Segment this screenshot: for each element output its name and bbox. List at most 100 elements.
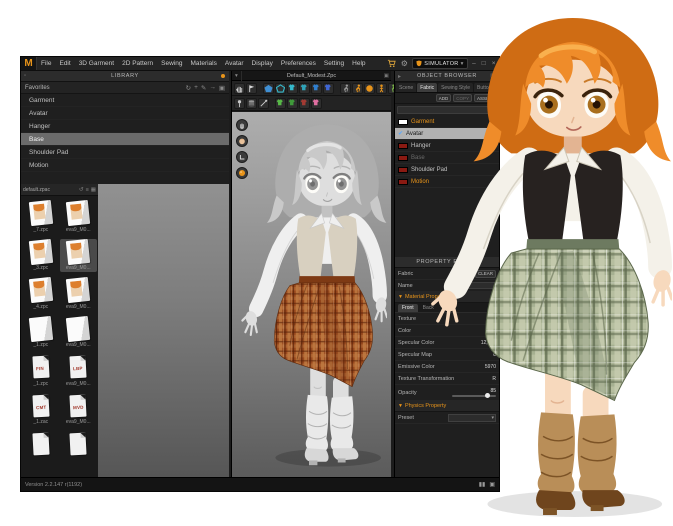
menu-avatar[interactable]: Avatar (221, 60, 248, 67)
grid-view-icon[interactable]: ▣ (219, 84, 225, 92)
triangle-down-icon: ▼ (398, 403, 403, 409)
document-thumb-icon: MVD (70, 394, 87, 417)
garment-green-b-icon[interactable] (287, 98, 298, 109)
file-thumb[interactable]: eva9_M0... (60, 277, 98, 311)
collapse-panel-icon[interactable]: ▸ (398, 73, 402, 80)
add-icon[interactable]: + (194, 84, 198, 92)
library-item-motion[interactable]: Motion (21, 159, 229, 172)
pan-tool-icon[interactable] (234, 83, 245, 94)
viewport-canvas[interactable] (232, 112, 391, 477)
library-item-garment[interactable]: Garment (21, 94, 229, 107)
file-grid: _7.zpc eva9_M0... _3.zpc eva9_M0... _4.z… (21, 196, 98, 477)
favorites-label: Favorites (25, 85, 50, 91)
show-polygon-icon[interactable] (263, 83, 274, 94)
show-seam-icon[interactable] (275, 83, 286, 94)
sphere-tool-icon[interactable] (236, 167, 248, 179)
library-title: LIBRARY (111, 73, 139, 79)
garment-red-icon (299, 98, 310, 109)
garment-pink-icon[interactable] (311, 98, 322, 109)
menu-file[interactable]: File (37, 60, 55, 67)
library-item-base[interactable]: Base (21, 133, 229, 146)
store-cart-icon[interactable] (386, 59, 396, 69)
document-thumb-icon: CMT (32, 394, 49, 417)
document-thumb-icon: FIN (32, 356, 49, 379)
pin-select-icon[interactable] (246, 83, 257, 94)
menu-edit[interactable]: Edit (55, 60, 74, 67)
garment-blue-b-icon[interactable] (323, 83, 334, 94)
menu-help[interactable]: Help (348, 60, 369, 67)
pin-tool-icon[interactable] (234, 98, 245, 109)
list-view-icon[interactable]: ≡ (86, 187, 89, 193)
file-browser-header: default.zpac ↺ ≡ ▦ (21, 184, 98, 196)
file-thumb[interactable]: _3.zpc (22, 239, 60, 273)
menu-setting[interactable]: Setting (320, 60, 348, 67)
go-icon[interactable]: → (209, 84, 216, 92)
menu-preferences[interactable]: Preferences (277, 60, 320, 67)
needle-tool-icon[interactable] (258, 98, 269, 109)
menu-sewing[interactable]: Sewing (157, 60, 186, 67)
file-thumb[interactable]: FIN_1.zpc (22, 354, 60, 388)
menu-display[interactable]: Display (248, 60, 277, 67)
library-item-hanger[interactable]: Hanger (21, 120, 229, 133)
bracket-tool-icon[interactable] (236, 151, 248, 163)
library-item-shoulder-pad[interactable]: Shoulder Pad (21, 146, 229, 159)
avatar-motion-icon[interactable] (352, 83, 363, 94)
avatar-show-icon[interactable] (376, 83, 387, 94)
file-thumb[interactable]: MVDeva9_M0... (60, 393, 98, 427)
library-pin-dot-icon[interactable] (221, 74, 225, 78)
file-thumb[interactable]: eva9_M0... (60, 200, 98, 234)
avatar-head-icon[interactable] (364, 83, 375, 94)
thumb-view-icon[interactable]: ▦ (91, 187, 96, 193)
file-browser-path: default.zpac (23, 187, 50, 193)
avatar-face-tool-icon[interactable] (236, 135, 248, 147)
menu-3d-garment[interactable]: 3D Garment (75, 60, 118, 67)
document-thumb-icon: LBP (70, 356, 87, 379)
cylinder-tool-icon[interactable] (246, 98, 257, 109)
menu-2d-pattern[interactable]: 2D Pattern (118, 60, 157, 67)
viewport-3d: ▾ Default_Modest.Zpc ▣ (231, 71, 391, 477)
avatar-thumb-icon (70, 242, 83, 258)
undo-icon[interactable]: ↺ (79, 187, 84, 193)
page: M File Edit 3D Garment 2D Pattern Sewing… (0, 0, 673, 526)
hand-tool-icon[interactable] (236, 119, 248, 131)
triangle-down-icon: ▼ (398, 294, 403, 300)
fabric-swatch (398, 119, 408, 125)
viewport-avatar-model[interactable] (237, 115, 387, 470)
tab-scene[interactable]: Scene (396, 83, 416, 92)
avatar-motion-off-icon[interactable] (340, 83, 351, 94)
app-logo: M (21, 57, 37, 70)
file-thumb[interactable]: _4.zpc (22, 277, 60, 311)
tab-front[interactable]: Front (398, 304, 418, 312)
menu-materials[interactable]: Materials (187, 60, 221, 67)
gear-icon[interactable]: ⚙ (399, 59, 409, 69)
garment-blue-a-icon[interactable] (311, 83, 322, 94)
file-thumb[interactable]: _1.zpc (22, 316, 60, 350)
fabric-swatch (398, 179, 408, 185)
file-thumb[interactable]: _7.zpc (22, 200, 60, 234)
viewport-toolbar-row1 (232, 81, 391, 96)
check-icon: ✔ (398, 131, 403, 137)
file-thumb[interactable]: CMT_1.zac (22, 393, 60, 427)
garment-cyan-b-icon[interactable] (299, 83, 310, 94)
file-thumb[interactable]: eva9_M0... (60, 316, 98, 350)
library-item-avatar[interactable]: Avatar (21, 107, 229, 120)
edit-icon[interactable]: ✎ (201, 84, 206, 92)
document-tab-bar: ▾ Default_Modest.Zpc ▣ (232, 71, 391, 81)
file-thumb[interactable] (60, 431, 98, 457)
shield-icon (416, 60, 422, 67)
float-panel-icon[interactable]: ▣ (384, 71, 391, 81)
fabric-swatch (398, 155, 408, 161)
file-thumb-selected[interactable]: eva9_M0... (60, 239, 98, 273)
avatar-thumb-icon (33, 281, 46, 297)
file-thumb[interactable] (22, 431, 60, 457)
garment-green-a-icon[interactable] (275, 98, 286, 109)
viewport-side-tools (236, 119, 248, 179)
refresh-icon[interactable]: ↻ (186, 84, 191, 92)
file-thumb[interactable]: LBPeva9_M0... (60, 354, 98, 388)
document-title[interactable]: Default_Modest.Zpc (232, 73, 391, 79)
panel-box-icon: ▫ (24, 73, 27, 79)
avatar-thumb-icon (70, 281, 83, 297)
garment-cyan-a-icon[interactable] (287, 83, 298, 94)
library-panel: ▫ LIBRARY Favorites ↻ + ✎ → ▣ Garment Av… (21, 71, 229, 477)
favorites-toolbar: ↻ + ✎ → ▣ (186, 84, 225, 92)
